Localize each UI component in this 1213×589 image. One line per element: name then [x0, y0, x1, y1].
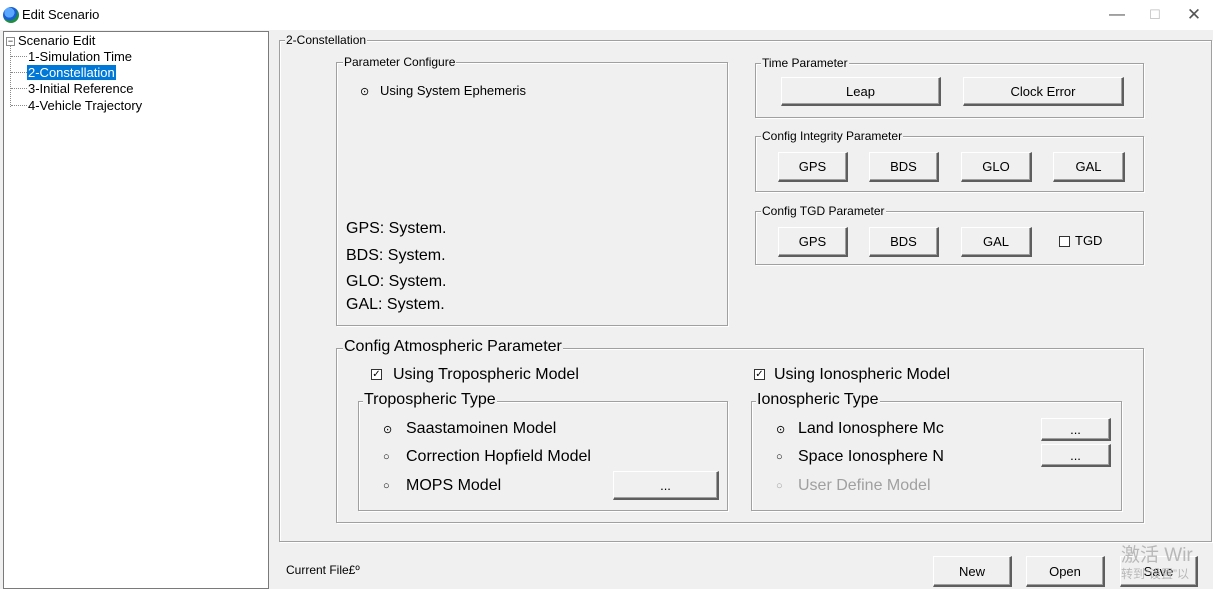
tree-line [11, 56, 27, 57]
activation-watermark-line1: 激活 Wir [1121, 545, 1193, 566]
tree-item-vehicle-trajectory[interactable]: 4-Vehicle Trajectory [28, 98, 142, 113]
scenario-tree[interactable] [3, 31, 269, 589]
tree-line [11, 88, 27, 89]
land-ionosphere-ellipsis-button[interactable]: ... [1041, 418, 1111, 441]
radio-system-ephemeris[interactable]: ⊙ [360, 85, 369, 98]
radio-saastamoinen[interactable]: ⊙ [383, 423, 392, 436]
radio-land-ionosphere-label: Land Ionosphere Mc [798, 420, 944, 437]
parameter-configure-title: Parameter Configure [343, 55, 457, 69]
activation-watermark-line2: 转到“设置”以 [1121, 567, 1189, 581]
radio-saastamoinen-label: Saastamoinen Model [406, 420, 557, 437]
close-button[interactable]: ✕ [1183, 4, 1205, 26]
integrity-title: Config Integrity Parameter [761, 129, 904, 143]
radio-land-ionosphere[interactable]: ⊙ [776, 423, 785, 436]
new-button[interactable]: New [933, 556, 1012, 587]
tgd-title: Config TGD Parameter [761, 204, 886, 218]
tree-item-constellation[interactable]: 2-Constellation [27, 65, 116, 80]
time-parameter-title: Time Parameter [761, 56, 849, 70]
radio-mops[interactable]: ○ [383, 480, 390, 492]
tgd-checkbox-label: TGD [1075, 233, 1103, 248]
tropo-checkbox[interactable]: ✓ [371, 369, 382, 380]
tree-item-simulation-time[interactable]: 1-Simulation Time [28, 49, 132, 64]
leap-button[interactable]: Leap [781, 77, 941, 106]
radio-hopfield-label: Correction Hopfield Model [406, 448, 591, 465]
tree-line [11, 105, 27, 106]
status-glo: GLO: System. [346, 273, 447, 290]
mops-ellipsis-button[interactable]: ... [613, 471, 719, 500]
maximize-button[interactable]: ☐ [1144, 4, 1166, 26]
tgd-gal-button[interactable]: GAL [961, 227, 1032, 257]
tree-item-initial-reference[interactable]: 3-Initial Reference [28, 81, 134, 96]
ionospheric-type-title: Ionospheric Type [756, 391, 880, 409]
iono-checkbox-label: Using Ionospheric Model [774, 366, 951, 383]
tree-root-scenario-edit[interactable]: Scenario Edit [18, 33, 95, 48]
status-gps: GPS: System. [346, 220, 447, 237]
tree-line [11, 72, 27, 73]
status-gal: GAL: System. [346, 296, 445, 313]
open-button[interactable]: Open [1026, 556, 1105, 587]
tgd-checkbox[interactable] [1059, 236, 1070, 247]
collapse-icon[interactable]: − [6, 37, 15, 46]
window-title: Edit Scenario [22, 7, 100, 22]
tropo-checkbox-label: Using Tropospheric Model [393, 366, 579, 383]
constellation-group-title: 2-Constellation [285, 33, 368, 47]
title-bar [0, 0, 1213, 30]
space-ionosphere-ellipsis-button[interactable]: ... [1041, 444, 1111, 467]
radio-space-ionosphere[interactable]: ○ [776, 451, 783, 463]
current-file-label: Current File£º [286, 563, 360, 577]
radio-hopfield[interactable]: ○ [383, 451, 390, 463]
clock-error-button[interactable]: Clock Error [963, 77, 1124, 106]
integrity-glo-button[interactable]: GLO [961, 152, 1032, 182]
integrity-gal-button[interactable]: GAL [1053, 152, 1125, 182]
atmospheric-title: Config Atmospheric Parameter [343, 338, 563, 356]
radio-user-define: ○ [776, 480, 783, 492]
tropospheric-type-title: Tropospheric Type [363, 391, 497, 409]
integrity-gps-button[interactable]: GPS [778, 152, 848, 182]
radio-user-define-label: User Define Model [798, 477, 931, 494]
radio-system-ephemeris-label: Using System Ephemeris [380, 83, 526, 98]
status-bds: BDS: System. [346, 247, 446, 264]
radio-mops-label: MOPS Model [406, 477, 502, 494]
tgd-bds-button[interactable]: BDS [869, 227, 939, 257]
globe-icon [3, 7, 19, 23]
minimize-button[interactable]: — [1106, 4, 1128, 26]
radio-space-ionosphere-label: Space Ionosphere N [798, 448, 944, 465]
tgd-gps-button[interactable]: GPS [778, 227, 848, 257]
iono-checkbox[interactable]: ✓ [754, 369, 765, 380]
integrity-bds-button[interactable]: BDS [869, 152, 939, 182]
